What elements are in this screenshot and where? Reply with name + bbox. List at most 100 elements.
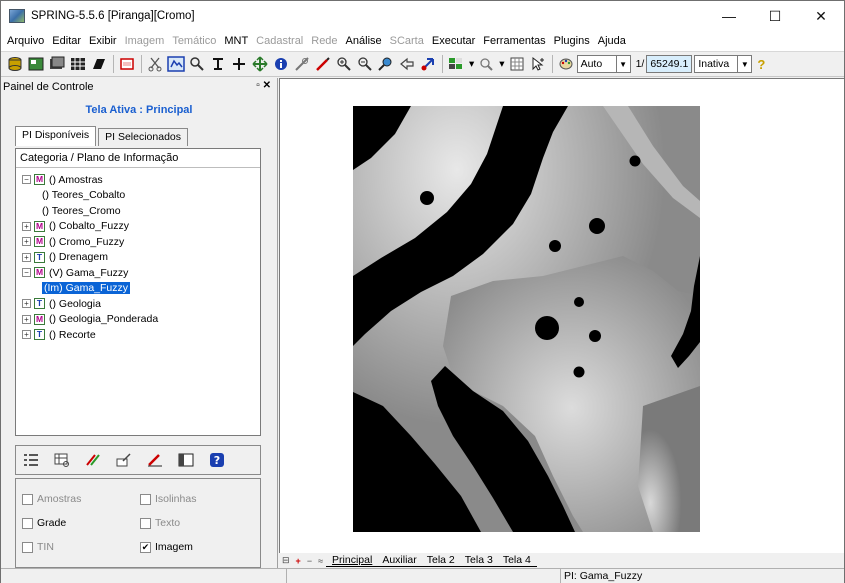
zoom-out-icon[interactable] — [355, 54, 375, 74]
menu-analise[interactable]: Análise — [342, 35, 386, 47]
menu-plugins[interactable]: Plugins — [550, 35, 594, 47]
menu-rede[interactable]: Rede — [307, 35, 341, 47]
tree-item[interactable]: + T () Recorte — [16, 327, 260, 343]
tree-item-label[interactable]: () Amostras — [49, 174, 103, 186]
dropdown-arrow-icon[interactable]: ▾ — [499, 58, 504, 70]
zoom-in-icon[interactable] — [334, 54, 354, 74]
query-icon[interactable] — [476, 54, 496, 74]
map-icon[interactable] — [507, 54, 527, 74]
expand-icon[interactable]: + — [22, 330, 31, 340]
expand-icon[interactable]: + — [22, 252, 31, 262]
tree-item[interactable]: + M () Geologia_Ponderada — [16, 312, 260, 328]
minimize-button[interactable]: — — [706, 1, 752, 31]
help-icon[interactable]: ? — [757, 57, 765, 72]
tab-tela-2[interactable]: Tela 2 — [420, 554, 461, 567]
pan-icon[interactable] — [250, 54, 270, 74]
layers-icon[interactable] — [47, 54, 67, 74]
polygon-icon[interactable] — [89, 54, 109, 74]
measure-icon[interactable] — [292, 54, 312, 74]
zoom-previous-icon[interactable] — [376, 54, 396, 74]
expand-icon[interactable]: + — [22, 221, 31, 231]
checkbox[interactable] — [22, 493, 33, 505]
draw-order-icon[interactable] — [82, 450, 104, 470]
tree-item[interactable]: − M () Amostras — [16, 172, 260, 188]
scale-mode-dropdown-icon[interactable]: ▼ — [616, 55, 631, 73]
check-tin[interactable]: TIN — [22, 541, 54, 553]
database-icon[interactable] — [5, 54, 25, 74]
info-icon[interactable] — [271, 54, 291, 74]
check-isolinhas[interactable]: Isolinhas — [140, 493, 196, 505]
tree-item[interactable]: + T () Geologia — [16, 296, 260, 312]
expand-icon[interactable]: + — [22, 237, 31, 247]
checkbox[interactable] — [140, 517, 151, 529]
checkbox[interactable] — [22, 517, 33, 529]
project-icon[interactable] — [26, 54, 46, 74]
tree-item-label[interactable]: () Cromo_Fuzzy — [49, 236, 124, 248]
menu-ajuda[interactable]: Ajuda — [594, 35, 630, 47]
checkbox[interactable] — [140, 493, 151, 505]
tree-item-label[interactable]: () Drenagem — [49, 251, 108, 263]
panel-dock-close-icon[interactable]: ▫ ✕ — [256, 80, 271, 91]
pointer-plus-icon[interactable] — [528, 54, 548, 74]
menu-tematico[interactable]: Temático — [168, 35, 220, 47]
tree-item-label[interactable]: () Teores_Cobalto — [42, 189, 125, 201]
tree-item[interactable]: () Teores_Cromo — [16, 203, 260, 219]
menu-imagem[interactable]: Imagem — [121, 35, 169, 47]
check-texto[interactable]: Texto — [140, 517, 180, 529]
grid-icon[interactable] — [68, 54, 88, 74]
check-amostras[interactable]: Amostras — [22, 493, 81, 505]
cut-icon[interactable] — [145, 54, 165, 74]
collapse-icon[interactable]: − — [22, 175, 31, 185]
menu-mnt[interactable]: MNT — [220, 35, 252, 47]
tree-item-label[interactable]: () Teores_Cromo — [42, 205, 121, 217]
collapse-icon[interactable]: − — [22, 268, 31, 278]
palette-icon[interactable] — [556, 54, 576, 74]
menu-editar[interactable]: Editar — [48, 35, 85, 47]
menu-arquivo[interactable]: Arquivo — [3, 35, 48, 47]
tree-item[interactable]: − M (V) Gama_Fuzzy — [16, 265, 260, 281]
tree-item[interactable]: + M () Cobalto_Fuzzy — [16, 219, 260, 235]
color-table-icon[interactable] — [446, 54, 466, 74]
check-grade[interactable]: Grade — [22, 517, 66, 529]
maximize-button[interactable]: ☐ — [752, 1, 798, 31]
expand-icon[interactable]: + — [22, 299, 31, 309]
zoom-icon[interactable] — [187, 54, 207, 74]
scale-input[interactable]: 65249.1 — [646, 55, 693, 73]
tab-principal[interactable]: Principal — [326, 554, 379, 567]
tab-link-icon[interactable]: ≈ — [318, 556, 323, 566]
back-icon[interactable] — [397, 54, 417, 74]
list-icon[interactable] — [20, 450, 42, 470]
menu-executar[interactable]: Executar — [428, 35, 479, 47]
zoom-area-icon[interactable] — [208, 54, 228, 74]
state-dropdown-icon[interactable]: ▼ — [738, 55, 753, 73]
tree-item-label[interactable]: (Im) Gama_Fuzzy — [42, 282, 131, 295]
checkbox-checked[interactable]: ✔ — [140, 541, 151, 553]
check-imagem[interactable]: ✔ Imagem — [140, 541, 193, 553]
tree-item[interactable]: + T () Drenagem — [16, 250, 260, 266]
cursor-icon[interactable] — [418, 54, 438, 74]
state-select[interactable]: Inativa — [694, 55, 739, 73]
menu-exibir[interactable]: Exibir — [85, 35, 121, 47]
menu-scarta[interactable]: SCarta — [386, 35, 428, 47]
tree-item-label[interactable]: () Recorte — [49, 329, 96, 341]
edit-table-icon[interactable] — [113, 450, 135, 470]
menu-ferramentas[interactable]: Ferramentas — [479, 35, 549, 47]
edit-line-icon[interactable] — [313, 54, 333, 74]
tab-pi-available[interactable]: PI Disponíveis — [15, 126, 97, 146]
scale-mode-select[interactable]: Auto — [576, 55, 617, 73]
display-icon[interactable] — [166, 54, 186, 74]
tree-item[interactable]: + M () Cromo_Fuzzy — [16, 234, 260, 250]
checkbox[interactable] — [22, 541, 33, 553]
window-icon[interactable] — [117, 54, 137, 74]
tree-item[interactable]: (Im) Gama_Fuzzy — [16, 281, 260, 297]
table-view-icon[interactable] — [51, 450, 73, 470]
add-icon[interactable] — [229, 54, 249, 74]
pen-icon[interactable] — [144, 450, 166, 470]
help-panel-icon[interactable]: ? — [206, 450, 228, 470]
dropdown-arrow-icon[interactable]: ▾ — [469, 58, 474, 70]
close-button[interactable]: ✕ — [798, 1, 844, 31]
tab-auxiliar[interactable]: Auxiliar — [376, 554, 423, 567]
tree-item[interactable]: () Teores_Cobalto — [16, 188, 260, 204]
tree-item-label[interactable]: (V) Gama_Fuzzy — [49, 267, 128, 279]
menu-cadastral[interactable]: Cadastral — [252, 35, 307, 47]
